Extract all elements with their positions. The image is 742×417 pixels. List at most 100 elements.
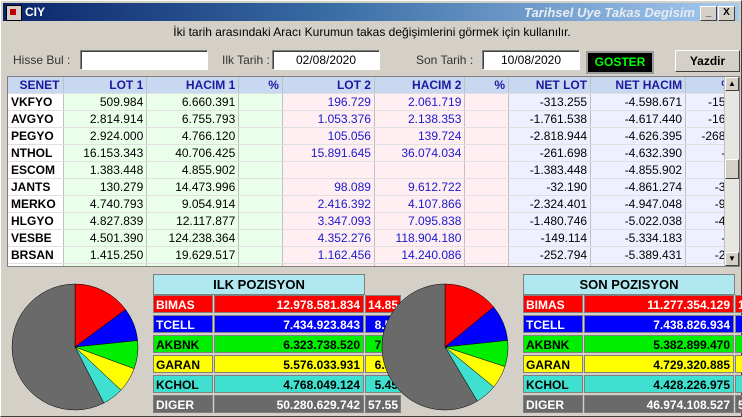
grid-cell: 4.855.902 <box>146 161 240 179</box>
position-row: AKBNK6.323.738.5207.23 <box>153 335 403 353</box>
grid-cell <box>464 212 510 230</box>
grid-cell: 118.904.180 <box>374 229 466 247</box>
grid-cell: 4.501.390 <box>63 229 148 247</box>
position-row: KCHOL 4.768.049.124 5.45 <box>153 375 403 393</box>
grid-cell: -5.334.183 <box>590 229 687 247</box>
grid-cell: MERKO <box>8 195 64 213</box>
position-row: TCELL7.434.923.8438.51 <box>153 315 403 333</box>
position-stock: KCHOL <box>523 375 583 393</box>
table-row[interactable]: MERKO 4.740.793 9.054.914 2.416.392 4.107.86… <box>8 195 737 213</box>
table-row[interactable]: VKFYO 509.984 6.660.391 196.729 2.061.719 -31… <box>8 93 737 111</box>
ilk-pozisyon-title: ILK POZISYON <box>153 274 365 295</box>
table-row[interactable]: BRSAN 1.415.250 19.629.517 1.162.456 14.240.… <box>8 246 737 264</box>
column-header[interactable]: HACIM 1 <box>146 77 240 94</box>
position-stock: DIGER <box>523 395 583 413</box>
grid-cell: 9.612.722 <box>374 178 466 196</box>
hisse-bul-input[interactable] <box>80 50 208 70</box>
position-row: GARAN4.729.320.8855.89 <box>523 355 742 373</box>
column-header[interactable]: SENET <box>8 77 64 94</box>
grid-cell <box>238 212 283 230</box>
goster-button[interactable]: GOSTER <box>586 51 654 74</box>
scroll-down-icon[interactable]: ▼ <box>725 252 739 266</box>
position-stock: KCHOL <box>153 375 213 393</box>
grid-total-row[interactable]: 9.090.706.29687.361.956.997100,003.792.2… <box>8 263 737 266</box>
window-right-title: Tarihsel Uye Takas Degisim <box>523 5 695 20</box>
grid-cell: 4.740.793 <box>63 195 148 213</box>
column-header[interactable]: % <box>464 77 510 94</box>
grid-cell: 6.660.391 <box>146 93 240 111</box>
grid-cell: -252.794 <box>508 246 592 264</box>
grid-cell <box>590 263 687 266</box>
grid-cell: VKFYO <box>8 93 64 111</box>
table-row[interactable]: PEGYO 2.924.000 4.766.120 105.056 139.724 -2.… <box>8 127 737 145</box>
position-value: 5.382.899.470 <box>584 335 734 353</box>
grid-cell <box>464 93 510 111</box>
grid-cell: 6.755.793 <box>146 110 240 128</box>
table-row[interactable]: HLGYO 4.827.839 12.117.877 3.347.093 7.095.8… <box>8 212 737 230</box>
takas-table: SENET LOT 1 HACIM 1% LOT 2 HACIM 2% NET LOT NE… <box>8 77 737 266</box>
grid-cell: -1.480.746 <box>508 212 592 230</box>
position-stock: AKBNK <box>153 335 213 353</box>
grid-scrollbar[interactable]: ▲ ▼ <box>724 77 739 266</box>
grid-cell <box>238 161 283 179</box>
grid-cell <box>464 229 510 247</box>
grid-cell: 4.766.120 <box>146 127 240 145</box>
position-pct: 9.27 <box>735 315 742 333</box>
position-stock: GARAN <box>153 355 213 373</box>
position-value: 6.323.738.520 <box>214 335 364 353</box>
position-value: 12.978.581.834 <box>214 295 364 313</box>
column-header[interactable]: LOT 1 <box>63 77 148 94</box>
grid-cell: -149.114 <box>508 229 592 247</box>
table-row[interactable]: AVGYO 2.814.914 6.755.793 1.053.376 2.138.35… <box>8 110 737 128</box>
son-tarih-field[interactable]: 10/08/2020 <box>482 50 580 70</box>
yazdir-button[interactable]: Yazdir <box>675 50 740 72</box>
ilk-tarih-field[interactable]: 02/08/2020 <box>272 50 380 70</box>
column-header[interactable]: % <box>238 77 283 94</box>
grid-cell: -1.383.448 <box>508 161 592 179</box>
app-icon <box>6 5 22 21</box>
position-value: 46.974.108.527 <box>584 395 734 413</box>
son-pozisyon-pie <box>381 283 509 411</box>
table-row[interactable]: NTHOL 16.153.343 40.706.425 15.891.645 36.07… <box>8 144 737 162</box>
grid-cell <box>238 246 283 264</box>
grid-cell: AVGYO <box>8 110 64 128</box>
grid-cell: 1.053.376 <box>282 110 375 128</box>
takas-grid[interactable]: SENET LOT 1 HACIM 1% LOT 2 HACIM 2% NET LOT NE… <box>7 76 740 267</box>
grid-cell: -32.190 <box>508 178 592 196</box>
position-value: 7.434.923.843 <box>214 315 364 333</box>
table-row[interactable]: JANTS 130.279 14.473.996 98.089 9.612.722 -32… <box>8 178 737 196</box>
scroll-up-icon[interactable]: ▲ <box>725 77 739 91</box>
grid-cell: 130.279 <box>63 178 148 196</box>
grid-cell: 7.095.838 <box>374 212 466 230</box>
grid-cell: 4.827.839 <box>63 212 148 230</box>
grid-cell: 4.107.866 <box>374 195 466 213</box>
close-icon[interactable]: X <box>718 6 735 21</box>
position-stock: BIMAS <box>153 295 213 313</box>
grid-cell: 2.924.000 <box>63 127 148 145</box>
ilk-tarih-label: Ilk Tarih : <box>222 53 270 67</box>
grid-cell: 124.238.364 <box>146 229 240 247</box>
column-header[interactable]: LOT 2 <box>282 77 375 94</box>
grid-cell <box>238 110 283 128</box>
position-stock: TCELL <box>153 315 213 333</box>
grid-cell <box>238 178 283 196</box>
grid-cell: 9.090.706.296 <box>63 263 148 266</box>
position-value: 5.576.033.931 <box>214 355 364 373</box>
column-header[interactable]: HACIM 2 <box>374 77 466 94</box>
grid-cell: 2.814.914 <box>63 110 148 128</box>
scroll-thumb[interactable] <box>725 159 739 179</box>
grid-cell: 100,00 <box>238 263 283 266</box>
title-bar[interactable]: CIY Tarihsel Uye Takas Degisim _ X <box>3 3 739 21</box>
minimize-icon[interactable]: _ <box>700 6 717 21</box>
table-row[interactable]: VESBE 4.501.390 124.238.364 4.352.276 118.90… <box>8 229 737 247</box>
grid-cell: -4.861.274 <box>590 178 687 196</box>
grid-header-row: SENET LOT 1 HACIM 1% LOT 2 HACIM 2% NET LOT NE… <box>8 77 737 94</box>
position-stock: GARAN <box>523 355 583 373</box>
table-row[interactable]: ESCOM 1.383.448 4.855.902 -1.383.448 -4.855.… <box>8 161 737 179</box>
grid-cell: -2.324.401 <box>508 195 592 213</box>
column-header[interactable]: NET LOT <box>508 77 592 94</box>
position-value: 4.768.049.124 <box>214 375 364 393</box>
column-header[interactable]: NET HACIM <box>590 77 687 94</box>
grid-cell <box>8 263 64 266</box>
position-row: BIMAS 12.978.581.834 14.85 <box>153 295 403 313</box>
